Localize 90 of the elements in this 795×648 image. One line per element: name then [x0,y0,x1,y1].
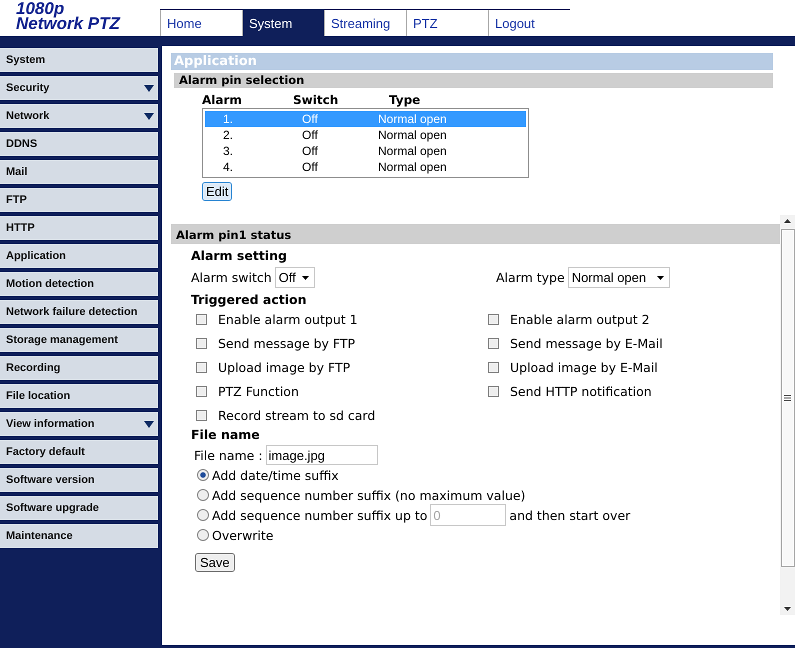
radio-label: Add date/time suffix [212,468,339,482]
column-header: Switch [293,92,340,108]
checkbox-label: Enable alarm output 1 [218,312,358,326]
checkbox-label: Enable alarm output 2 [510,312,650,326]
table-cell-text: Normal open [378,111,448,127]
table-cell-text: Off [301,127,319,143]
alarm-list[interactable]: 1. Off Normal open 2. Off Normal open 3. Off Normal open 4. Off Normal open [202,108,529,178]
logo-text: Network PTZ [16,16,122,31]
radio-label: Overwrite [212,528,274,542]
logo-text: 1080p [16,1,64,16]
sidebar-item[interactable]: Network failure detection [0,300,158,324]
list-row[interactable]: 4. Off Normal open [205,159,526,175]
table-cell-text: 3. [222,143,234,159]
section-header: Alarm pin1 status [171,224,780,244]
save-button[interactable]: Save [195,553,235,572]
subsection-heading: Triggered action [191,292,308,307]
table-cell-text: Normal open [378,143,448,159]
table-cell-text: Off [301,143,319,159]
scroll-thumb[interactable] [780,229,794,567]
checkbox-label: Send message by E-Mail [510,336,663,350]
sidebar-item[interactable]: Recording [0,356,158,380]
grip-icon [784,395,791,401]
checkbox[interactable] [488,314,499,324]
table-cell-text: 2. [222,127,234,143]
sidebar-item[interactable]: Security [0,76,158,100]
table-cell-text: Normal open [378,127,448,143]
sidebar-item[interactable]: Network [0,104,158,128]
sidebar-item[interactable]: Software upgrade [0,496,158,520]
sidebar-item[interactable]: DDNS [0,132,158,156]
column-header: Type [389,92,422,108]
radio-label: Add sequence number suffix up to [212,508,428,522]
checkbox-label: Record stream to sd card [218,408,376,422]
edit-button[interactable]: Edit [202,182,232,201]
switch-dropdown[interactable]: Off [274,267,315,288]
table-cell-text: Off [301,159,319,175]
caret-icon [144,112,154,120]
subsection-heading: Alarm setting [191,248,288,263]
checkbox[interactable] [196,386,207,396]
checkbox-label: Send HTTP notification [510,384,652,398]
scroll-up-icon [784,219,791,223]
list-row[interactable]: 2. Off Normal open [205,127,526,143]
sidebar-item[interactable]: Maintenance [0,524,158,548]
table-cell-text: Normal open [378,159,448,175]
checkbox[interactable] [488,386,499,396]
checkbox[interactable] [196,362,207,372]
checkbox[interactable] [196,314,207,324]
nav-tab[interactable]: System [242,10,324,36]
checkbox-label: PTZ Function [218,384,299,398]
sidebar-item[interactable]: Motion detection [0,272,158,296]
sidebar-item[interactable]: Mail [0,160,158,184]
section-header: Alarm pin selection [174,73,773,88]
sidebar-item[interactable]: Software version [0,468,158,492]
page-title: Application [171,53,773,70]
checkbox-label: Send message by FTP [218,336,356,350]
checkbox[interactable] [488,362,499,372]
scroll-down-icon [784,607,791,611]
list-row[interactable]: 3. Off Normal open [205,143,526,159]
checkbox[interactable] [196,410,207,420]
sidebar-item[interactable]: FTP [0,188,158,212]
column-header: Alarm [202,92,243,108]
table-cell-text: 1. [222,111,234,127]
sidebar-item[interactable]: Factory default [0,440,158,464]
table-cell-text: Off [301,111,319,127]
sidebar-item[interactable]: View information [0,412,158,436]
checkbox-label: Upload image by E-Mail [510,360,658,374]
checkbox-label: Upload image by FTP [218,360,350,374]
sidebar-item[interactable]: Storage management [0,328,158,352]
caret-icon [144,420,154,428]
radio-label: and then start over [509,508,630,522]
field-label: Alarm switch [191,270,272,285]
caret-icon [302,276,309,280]
caret-icon [144,84,154,92]
sidebar-item[interactable]: File location [0,384,158,408]
sidebar-item[interactable]: Application [0,244,158,268]
radio-button[interactable] [197,469,209,481]
radio-button[interactable] [197,489,209,501]
type-dropdown[interactable]: Normal open [568,267,670,288]
table-cell-text: 4. [222,159,234,175]
subsection-heading: File name [191,427,261,442]
sidebar-item[interactable]: HTTP [0,216,158,240]
radio-button[interactable] [197,529,209,541]
checkbox[interactable] [196,338,207,348]
sidebar-item[interactable]: System [0,48,158,72]
field-label: Alarm type [496,270,565,285]
caret-icon [656,276,664,280]
file-name-field[interactable]: image.jpg [266,445,378,465]
checkbox[interactable] [488,338,499,348]
field-label: File name : [194,448,263,462]
scrollbar[interactable] [780,215,795,615]
radio-label: Add sequence number suffix (no maximum value) [212,488,526,502]
